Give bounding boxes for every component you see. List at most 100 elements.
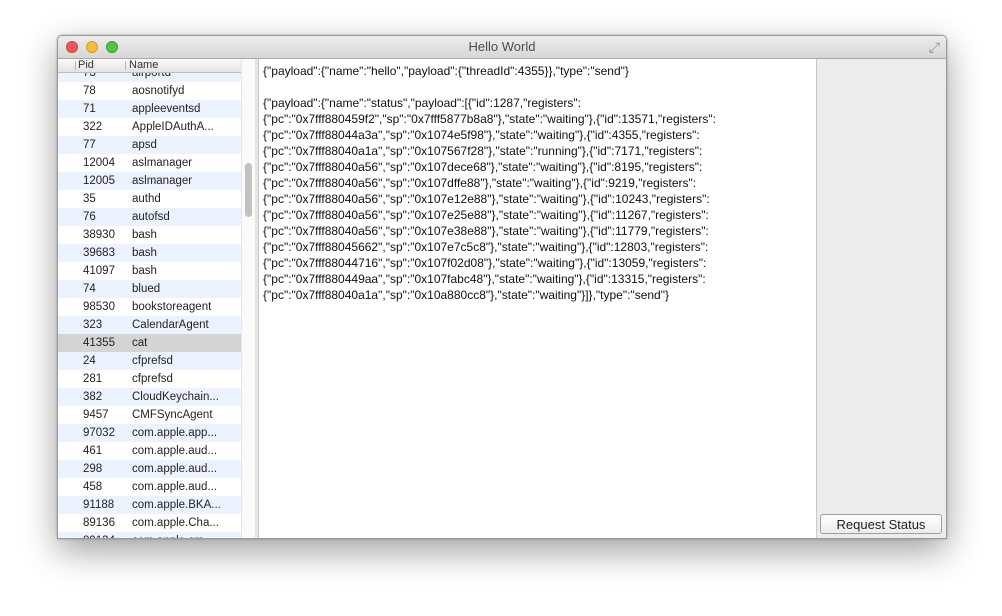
status-message-line: {"pc":"0x7fff88040a56","sp":"0x107dece68… (263, 160, 703, 174)
actions-panel: Request Status (817, 59, 946, 538)
table-row[interactable]: 38930 bash (58, 226, 241, 244)
status-message-line: {"pc":"0x7fff88044a3a","sp":"0x1074e5f98… (263, 128, 700, 142)
row-pid: 35 (83, 193, 96, 205)
table-row[interactable]: 78 aosnotifyd (58, 82, 241, 100)
table-row[interactable]: 91188 com.apple.BKA... (58, 496, 241, 514)
status-message-line: {"pc":"0x7fff880449aa","sp":"0x107fabc48… (263, 272, 706, 286)
row-pid: 98530 (83, 301, 115, 313)
status-message: {"payload":{"name":"status","payload":[{… (259, 95, 720, 303)
row-name: CloudKeychain... (132, 391, 219, 403)
fullscreen-icon[interactable]: ⤢ (929, 39, 940, 55)
row-name: authd (132, 193, 161, 205)
row-pid: 71 (83, 103, 96, 115)
status-message-line: {"payload":{"name":"status","payload":[{… (263, 96, 581, 110)
row-pid: 41097 (83, 265, 115, 277)
output-text-area[interactable]: {"payload":{"name":"hello","payload":{"t… (259, 59, 817, 538)
table-row[interactable]: 9457 CMFSyncAgent (58, 406, 241, 424)
app-window: Hello World ⤢ Pid Name 73 airportd 78 aosno… (57, 35, 947, 539)
table-row[interactable]: 98530 bookstoreagent (58, 298, 241, 316)
row-name: com.apple.Cha... (132, 517, 219, 529)
column-header-pid[interactable]: Pid (78, 59, 94, 72)
hello-message: {"payload":{"name":"hello","payload":{"t… (263, 64, 629, 78)
row-name: appleeventsd (132, 103, 201, 115)
close-icon[interactable] (66, 41, 78, 53)
row-pid: 461 (83, 445, 103, 457)
table-row[interactable]: 89136 com.apple.Cha... (58, 514, 241, 532)
row-name: cfprefsd (132, 355, 173, 367)
row-name: com.apple.BKA... (132, 499, 221, 511)
table-row[interactable]: 39683 bash (58, 244, 241, 262)
table-row[interactable]: 24 cfprefsd (58, 352, 241, 370)
row-pid: 281 (83, 373, 103, 385)
window-title: Hello World (468, 39, 536, 54)
table-row[interactable]: 12004 aslmanager (58, 154, 241, 172)
table-row[interactable]: 323 CalendarAgent (58, 316, 241, 334)
row-pid: 89134 (83, 532, 115, 538)
status-message-line: {"pc":"0x7fff88040a56","sp":"0x107e25e88… (263, 208, 709, 222)
row-pid: 9457 (83, 409, 109, 421)
row-name: com.apple.aud... (132, 481, 218, 493)
table-row[interactable]: 12005 aslmanager (58, 172, 241, 190)
request-status-button[interactable]: Request Status (820, 514, 942, 534)
row-name: com.apple.app... (132, 427, 218, 439)
table-row[interactable]: 461 com.apple.aud... (58, 442, 241, 460)
table-row[interactable]: 71 appleeventsd (58, 100, 241, 118)
row-pid: 77 (83, 139, 96, 151)
scrollbar-thumb[interactable] (245, 163, 252, 217)
row-name: aslmanager (132, 157, 193, 169)
table-row[interactable]: 41097 bash (58, 262, 241, 280)
column-divider[interactable] (125, 61, 126, 70)
table-rows: 73 airportd 78 aosnotifyd 71 appleeventsd 322 A… (58, 73, 241, 538)
column-header-name[interactable]: Name (129, 59, 158, 72)
row-name: com.apple.aud... (132, 463, 218, 475)
row-pid: 97032 (83, 427, 115, 439)
row-name: autofsd (132, 211, 170, 223)
table-row[interactable]: 89134 com.apple.cm... (58, 532, 241, 538)
row-name: bash (132, 247, 157, 259)
status-message-line: {"pc":"0x7fff88040a56","sp":"0x107dffe88… (263, 176, 697, 190)
row-name: CalendarAgent (132, 319, 209, 331)
row-pid: 24 (83, 355, 96, 367)
row-name: AppleIDAuthA... (132, 121, 214, 133)
row-pid: 41355 (83, 337, 115, 349)
table-row[interactable]: 97032 com.apple.app... (58, 424, 241, 442)
zoom-icon[interactable] (106, 41, 118, 53)
row-name: bash (132, 229, 157, 241)
table-row[interactable]: 458 com.apple.aud... (58, 478, 241, 496)
row-pid: 12004 (83, 157, 115, 169)
row-pid: 38930 (83, 229, 115, 241)
row-name: apsd (132, 139, 157, 151)
table-row[interactable]: 77 apsd (58, 136, 241, 154)
row-pid: 89136 (83, 517, 115, 529)
status-message-line: {"pc":"0x7fff88040a56","sp":"0x107e38e88… (263, 224, 709, 238)
row-name: cfprefsd (132, 373, 173, 385)
table-row[interactable]: 382 CloudKeychain... (58, 388, 241, 406)
status-message-line: {"pc":"0x7fff880459f2","sp":"0x7fff5877b… (263, 112, 716, 126)
table-scrollbar[interactable] (241, 59, 255, 538)
table-row[interactable]: 76 autofsd (58, 208, 241, 226)
table-row[interactable]: 73 airportd (58, 73, 241, 82)
status-message-line: {"pc":"0x7fff88040a1a","sp":"0x10a880cc8… (263, 288, 669, 302)
row-name: blued (132, 283, 161, 295)
minimize-icon[interactable] (86, 41, 98, 53)
row-pid: 323 (83, 319, 103, 331)
table-row[interactable]: 298 com.apple.aud... (58, 460, 241, 478)
row-pid: 458 (83, 481, 103, 493)
table-row[interactable]: 35 authd (58, 190, 241, 208)
table-body: 73 airportd 78 aosnotifyd 71 appleeventsd 322 A… (58, 73, 241, 538)
status-message-line: {"pc":"0x7fff88040a56","sp":"0x107e12e88… (263, 192, 710, 206)
row-pid: 382 (83, 391, 103, 403)
table-row[interactable]: 41355 cat (58, 334, 241, 352)
row-name: aslmanager (132, 175, 193, 187)
status-message-line: {"pc":"0x7fff88045662","sp":"0x107e7c5c8… (263, 240, 709, 254)
row-pid: 73 (83, 73, 96, 79)
row-name: CMFSyncAgent (132, 409, 213, 421)
row-pid: 76 (83, 211, 96, 223)
table-row[interactable]: 281 cfprefsd (58, 370, 241, 388)
row-name: com.apple.aud... (132, 445, 218, 457)
row-name: aosnotifyd (132, 85, 185, 97)
table-row[interactable]: 322 AppleIDAuthA... (58, 118, 241, 136)
table-row[interactable]: 74 blued (58, 280, 241, 298)
table-header: Pid Name (58, 59, 241, 73)
title-bar[interactable]: Hello World ⤢ (58, 36, 946, 59)
